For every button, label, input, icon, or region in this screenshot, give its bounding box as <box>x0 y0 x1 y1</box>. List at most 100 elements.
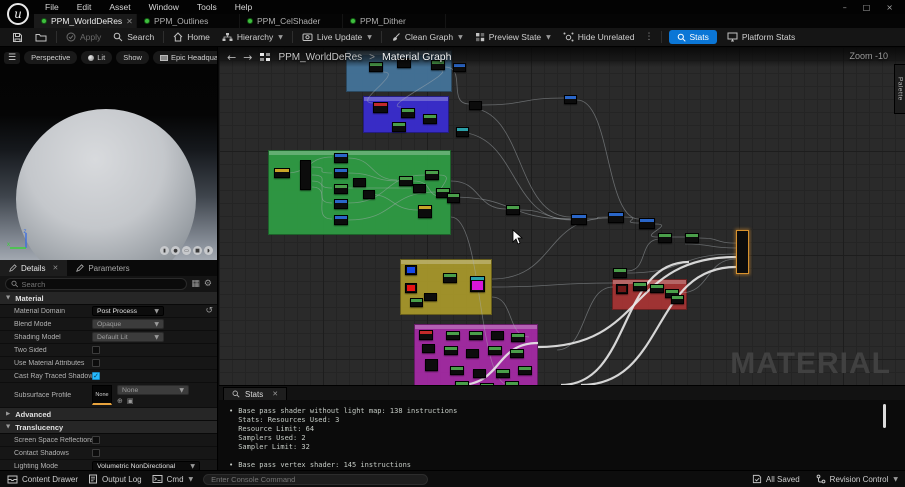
graph-node[interactable] <box>564 95 577 104</box>
graph-node[interactable] <box>470 276 485 292</box>
preview-shape-sphere-button[interactable]: ● <box>171 246 180 255</box>
checkbox-use-material-attributes[interactable] <box>92 359 100 367</box>
preview-shape-teapot-button[interactable]: ◗ <box>204 246 213 255</box>
graph-node[interactable] <box>413 184 426 193</box>
graph-node[interactable] <box>650 284 664 293</box>
search-button[interactable]: Search <box>107 28 160 46</box>
minimize-icon[interactable]: – <box>843 3 847 12</box>
graph-node[interactable] <box>419 330 433 340</box>
details-tab-parameters[interactable]: Parameters <box>67 260 138 276</box>
graph-node[interactable] <box>506 205 520 215</box>
forward-arrow-icon[interactable]: → <box>243 52 252 63</box>
dropdown-lighting-mode[interactable]: Volumetric NonDirectional▼ <box>92 461 200 470</box>
dropdown-shading-model[interactable]: Default Lit▼ <box>92 332 164 342</box>
graph-node[interactable] <box>425 170 439 180</box>
preview-shape-cube-button[interactable]: ■ <box>193 246 202 255</box>
console-command-input[interactable] <box>203 474 428 485</box>
section-header-material[interactable]: ▼Material <box>0 292 217 305</box>
graph-node[interactable] <box>510 349 524 358</box>
toolbar-overflow-icon[interactable]: ⋮ <box>641 32 658 42</box>
revision-control-button[interactable]: Revision Control▼ <box>816 474 898 484</box>
reset-to-default-icon[interactable]: ↺ <box>205 306 213 316</box>
live-update-button[interactable]: Live Update▼ <box>296 28 378 46</box>
editor-tab-ppm-celshader[interactable]: PPM_CelShader <box>240 14 343 28</box>
hide-unrelated-button[interactable]: Hide Unrelated <box>557 28 641 46</box>
graph-node[interactable] <box>373 102 388 113</box>
graph-node[interactable] <box>616 284 628 294</box>
palette-tab[interactable]: Palette <box>894 64 905 114</box>
checkbox-contact-shadows[interactable] <box>92 449 100 457</box>
section-header-advanced[interactable]: ▶Advanced <box>0 408 217 421</box>
graph-node[interactable] <box>613 268 627 278</box>
cmd-button[interactable]: Cmd▼ <box>152 474 194 484</box>
dropdown-blend-mode[interactable]: Opaque▼ <box>92 319 164 329</box>
material-output-node[interactable] <box>736 230 749 274</box>
graph-node[interactable] <box>450 366 464 375</box>
use-selected-icon[interactable]: ⊕ <box>117 397 123 405</box>
menu-edit[interactable]: Edit <box>68 0 101 14</box>
preview-shape-cylinder-button[interactable]: ▮ <box>160 246 169 255</box>
editor-tab-ppm-outlines[interactable]: PPM_Outlines <box>137 14 240 28</box>
display-filter-icon[interactable]: ▦ <box>191 279 200 289</box>
graph-canvas[interactable]: MATERIAL <box>219 47 905 385</box>
graph-node[interactable] <box>425 359 438 371</box>
viewport-menu-icon[interactable]: ☰ <box>4 52 20 64</box>
viewport-button-perspective[interactable]: Perspective <box>24 51 77 64</box>
back-arrow-icon[interactable]: ← <box>227 52 236 63</box>
menu-asset[interactable]: Asset <box>100 0 139 14</box>
stats-scrollbar[interactable] <box>883 404 886 428</box>
apply-button[interactable]: Apply <box>60 28 107 46</box>
asset-thumbnail[interactable]: None <box>92 385 112 405</box>
graph-node[interactable] <box>334 215 348 225</box>
settings-gear-icon[interactable]: ⚙ <box>204 279 212 289</box>
viewport-button-epic-headquarters[interactable]: Epic Headquarters <box>153 51 217 64</box>
graph-node[interactable] <box>274 168 290 178</box>
stats-close-icon[interactable]: ✕ <box>272 390 278 398</box>
stats-panel-tab[interactable]: Stats ✕ <box>223 387 287 400</box>
graph-node[interactable] <box>300 160 311 190</box>
graph-node[interactable] <box>422 344 435 353</box>
platform-stats-button[interactable]: Platform Stats <box>721 28 801 46</box>
graph-node[interactable] <box>685 233 699 243</box>
graph-node[interactable] <box>658 233 672 243</box>
checkbox-screen-space-reflections[interactable] <box>92 436 100 444</box>
viewport-button-show[interactable]: Show <box>116 51 149 64</box>
preview-viewport[interactable]: ☰ PerspectiveLitShowEpic Headquarters z … <box>0 47 217 260</box>
graph-node[interactable] <box>424 293 437 301</box>
graph-node[interactable] <box>466 349 479 358</box>
graph-node[interactable] <box>334 184 348 194</box>
graph-node[interactable] <box>511 333 525 342</box>
graph-node[interactable] <box>392 122 406 132</box>
graph-node[interactable] <box>334 153 348 163</box>
graph-node[interactable] <box>399 176 413 186</box>
graph-node[interactable] <box>418 205 432 218</box>
graph-node[interactable] <box>469 101 482 110</box>
graph-node[interactable] <box>334 199 348 209</box>
menu-tools[interactable]: Tools <box>188 0 226 14</box>
home-button[interactable]: Home <box>167 28 216 46</box>
graph-node[interactable] <box>571 214 587 225</box>
content-drawer-button[interactable]: Content Drawer <box>7 474 78 484</box>
save-button[interactable] <box>6 28 29 46</box>
details-tab-details[interactable]: Details✕ <box>0 260 67 276</box>
graph-node[interactable] <box>444 346 458 355</box>
editor-tab-ppm-worldderes[interactable]: PPM_WorldDeRes✕ <box>34 14 137 28</box>
tab-close-icon[interactable]: ✕ <box>126 17 133 26</box>
menu-help[interactable]: Help <box>226 0 261 14</box>
graph-node[interactable] <box>334 168 348 178</box>
maximize-icon[interactable]: □ <box>863 3 871 12</box>
graph-node[interactable] <box>363 190 375 199</box>
checkbox-two-sided[interactable] <box>92 346 100 354</box>
dropdown-material-domain[interactable]: Post Process▼ <box>92 306 164 316</box>
menu-file[interactable]: File <box>36 0 68 14</box>
browse-asset-icon[interactable]: ▣ <box>127 397 134 405</box>
graph-node[interactable] <box>423 114 437 124</box>
graph-node[interactable] <box>488 346 502 355</box>
browse-to-asset-button[interactable] <box>29 28 53 46</box>
graph-node[interactable] <box>639 218 655 229</box>
breadcrumb-graph[interactable]: Material Graph <box>382 51 451 63</box>
graph-node[interactable] <box>353 178 366 187</box>
viewport-button-lit[interactable]: Lit <box>81 51 112 64</box>
details-tab-close-icon[interactable]: ✕ <box>52 264 58 272</box>
graph-node[interactable] <box>401 108 415 118</box>
